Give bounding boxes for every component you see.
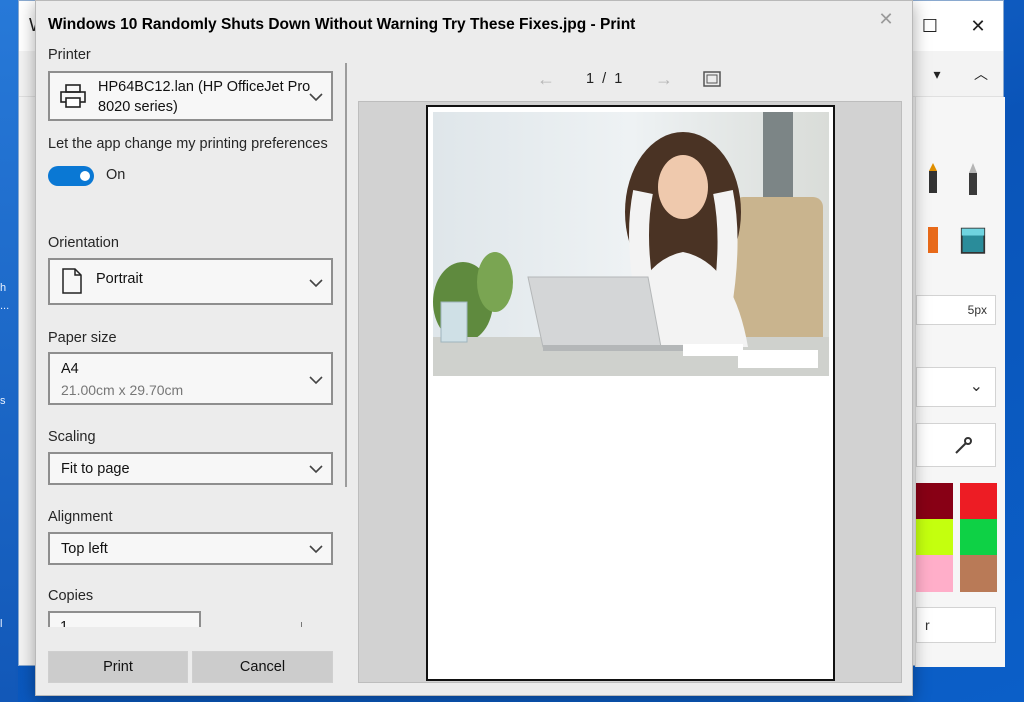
eyedropper-button[interactable]: [916, 423, 996, 467]
print-button[interactable]: Print: [48, 651, 188, 683]
copies-input[interactable]: 1: [48, 611, 201, 627]
desktop-text-fragment: h: [0, 282, 7, 294]
preview-photo: [433, 112, 829, 376]
chevron-down-icon: [309, 465, 323, 474]
color-swatch[interactable]: [960, 519, 997, 556]
previous-page-button[interactable]: ←: [535, 67, 557, 91]
copies-label: Copies: [48, 588, 94, 604]
settings-scrollbar[interactable]: [345, 63, 347, 487]
preferences-label: Let the app change my printing preferenc…: [48, 136, 328, 152]
print-preview-area: [358, 101, 902, 683]
alignment-value: Top left: [61, 541, 108, 557]
desktop-background: [0, 0, 18, 702]
background-dropdown[interactable]: ⌄: [916, 367, 996, 407]
orientation-value: Portrait: [96, 271, 143, 287]
print-dialog: Windows 10 Randomly Shuts Down Without W…: [35, 0, 913, 696]
orientation-select[interactable]: Portrait: [48, 258, 333, 305]
chevron-down-icon: [309, 376, 323, 385]
chevron-down-icon: [309, 93, 323, 102]
portrait-page-icon: [62, 268, 82, 294]
paper-size-label: Paper size: [48, 330, 117, 346]
paper-size-dimensions: 21.00cm x 29.70cm: [61, 382, 184, 398]
color-swatch[interactable]: [916, 483, 953, 520]
preferences-toggle[interactable]: [48, 166, 94, 186]
pencil-icon[interactable]: [960, 163, 986, 199]
eyedropper-icon: [955, 437, 972, 454]
background-tools-panel: 5px ⌄ r: [915, 97, 1005, 667]
color-swatch[interactable]: [960, 483, 997, 520]
fit-page-icon[interactable]: [703, 71, 721, 87]
page-separator: /: [602, 71, 607, 87]
copies-stepper-mark: [301, 622, 302, 627]
crayon-icon[interactable]: [920, 221, 946, 257]
chevron-down-icon: [309, 279, 323, 288]
printer-label: Printer: [48, 47, 91, 63]
brush-size-field[interactable]: 5px: [916, 295, 996, 325]
color-swatch[interactable]: [916, 519, 953, 556]
fill-bucket-icon[interactable]: [960, 221, 986, 257]
desktop-text-fragment: l: [0, 618, 3, 630]
page-current: 1: [586, 71, 595, 87]
cancel-button[interactable]: Cancel: [192, 651, 333, 683]
next-page-button[interactable]: →: [653, 67, 675, 91]
page-total: 1: [614, 71, 623, 87]
page-counter: 1 / 1: [586, 71, 622, 87]
background-close-button[interactable]: ✕: [963, 11, 993, 41]
ribbon-menu-chevron-button[interactable]: ▾: [915, 59, 959, 89]
scaling-label: Scaling: [48, 429, 96, 445]
preferences-toggle-state: On: [106, 167, 126, 183]
paper-size-select[interactable]: A4 21.00cm x 29.70cm: [48, 352, 333, 405]
chevron-down-icon: [309, 545, 323, 554]
printer-icon: [60, 84, 86, 108]
orientation-label: Orientation: [48, 235, 119, 251]
desktop-text-fragment: s: [0, 395, 6, 407]
desktop-text-fragment: ...: [0, 300, 10, 312]
scaling-value: Fit to page: [61, 461, 130, 477]
printer-value-line1: HP64BC12.lan (HP OfficeJet Pro: [98, 79, 311, 95]
paper-size-value: A4: [61, 361, 79, 377]
background-maximize-button[interactable]: ☐: [915, 11, 945, 41]
color-swatch[interactable]: [916, 555, 953, 592]
printer-select[interactable]: HP64BC12.lan (HP OfficeJet Pro 8020 seri…: [48, 71, 333, 121]
printer-value-line2: 8020 series): [98, 99, 178, 115]
marker-icon[interactable]: [920, 163, 946, 199]
alignment-label: Alignment: [48, 509, 113, 525]
dialog-title: Windows 10 Randomly Shuts Down Without W…: [48, 16, 636, 33]
background-partial-button[interactable]: r: [916, 607, 996, 643]
ribbon-collapse-button[interactable]: ︿: [959, 59, 1003, 89]
preview-page: [426, 105, 835, 681]
scaling-select[interactable]: Fit to page: [48, 452, 333, 485]
close-icon[interactable]: ✕: [876, 9, 896, 29]
color-swatch[interactable]: [960, 555, 997, 592]
print-settings-panel[interactable]: Printer HP64BC12.lan (HP OfficeJet Pro 8…: [48, 45, 348, 627]
alignment-select[interactable]: Top left: [48, 532, 333, 565]
